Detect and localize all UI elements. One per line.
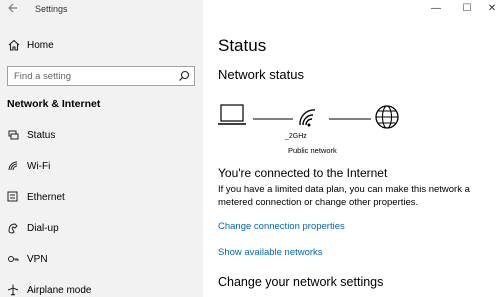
sidebar-item-airplane-mode[interactable]: Airplane mode bbox=[0, 280, 203, 297]
sidebar-item-label: VPN bbox=[27, 253, 48, 265]
change-connection-properties-link[interactable]: Change connection properties bbox=[218, 221, 345, 232]
status-icon bbox=[8, 130, 19, 140]
dialup-icon bbox=[8, 223, 18, 234]
vpn-icon bbox=[8, 256, 19, 262]
home-icon bbox=[8, 39, 20, 51]
network-type: Public network bbox=[288, 146, 337, 155]
sidebar: Settings Home Find a setting Network & I… bbox=[0, 0, 203, 297]
sidebar-item-dialup[interactable]: Dial-up bbox=[0, 218, 203, 238]
connection-status: You're connected to the Internet bbox=[218, 166, 388, 180]
sidebar-item-label: Status bbox=[27, 129, 56, 141]
window-title: Settings bbox=[35, 4, 68, 14]
airplane-icon bbox=[7, 284, 19, 296]
sidebar-item-ethernet[interactable]: Ethernet bbox=[0, 187, 203, 207]
close-button[interactable]: ✕ bbox=[485, 2, 499, 16]
home-link[interactable]: Home bbox=[7, 37, 54, 53]
home-label: Home bbox=[27, 39, 54, 51]
sidebar-item-vpn[interactable]: VPN bbox=[0, 249, 203, 269]
sidebar-item-status[interactable]: Status bbox=[0, 125, 203, 145]
network-ssid: _2GHz bbox=[285, 133, 307, 140]
ethernet-icon bbox=[7, 191, 18, 202]
globe-icon bbox=[375, 105, 399, 129]
sidebar-item-label: Airplane mode bbox=[27, 284, 92, 296]
network-status-heading: Network status bbox=[218, 67, 304, 82]
search-input[interactable]: Find a setting bbox=[7, 66, 195, 86]
minimize-button[interactable]: — bbox=[429, 2, 443, 16]
show-available-networks-link[interactable]: Show available networks bbox=[218, 247, 323, 258]
wifi-icon bbox=[8, 161, 18, 171]
search-icon[interactable] bbox=[178, 70, 190, 82]
connection-description: If you have a limited data plan, you can… bbox=[218, 184, 470, 208]
maximize-button[interactable]: ☐ bbox=[460, 2, 474, 16]
sidebar-item-label: Wi-Fi bbox=[27, 160, 51, 172]
wifi-signal-icon bbox=[299, 109, 316, 127]
change-network-settings-heading: Change your network settings bbox=[218, 275, 384, 289]
network-diagram bbox=[218, 104, 399, 129]
sidebar-item-wifi[interactable]: Wi-Fi bbox=[0, 156, 203, 176]
page-title: Status bbox=[218, 36, 267, 55]
main-pane: — ☐ ✕ Status Network status _2GHz Public… bbox=[203, 0, 500, 297]
back-arrow-icon[interactable] bbox=[6, 2, 20, 16]
sidebar-item-label: Ethernet bbox=[27, 191, 65, 203]
search-placeholder: Find a setting bbox=[14, 71, 72, 82]
sidebar-item-label: Dial-up bbox=[27, 222, 59, 234]
section-title: Network & Internet bbox=[7, 98, 101, 110]
computer-icon bbox=[218, 104, 246, 125]
